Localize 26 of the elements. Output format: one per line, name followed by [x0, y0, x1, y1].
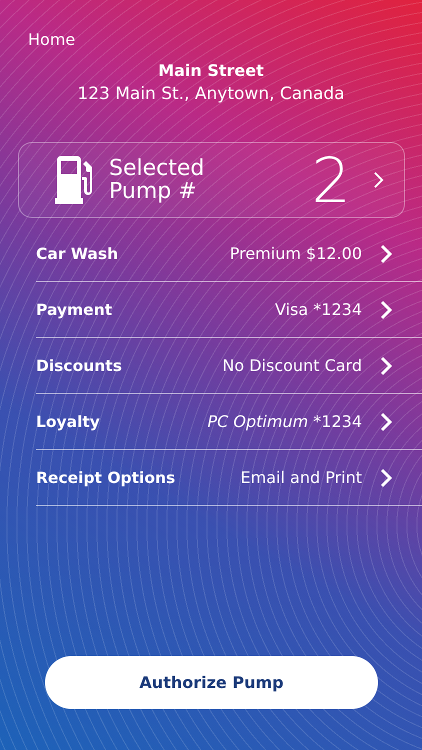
- station-name: Main Street: [157, 61, 265, 80]
- option-label: Discounts: [36, 356, 123, 374]
- option-row[interactable]: Loyalty PC Optimum *1234: [36, 394, 422, 450]
- option-value: No Discount Card: [222, 356, 362, 375]
- option-row[interactable]: Payment Visa *1234: [36, 282, 422, 338]
- chevron-right-icon: [380, 244, 392, 264]
- chevron-right-icon: [373, 171, 384, 189]
- chevron-right-icon: [380, 468, 392, 488]
- option-label: Loyalty: [36, 412, 101, 430]
- option-value: Premium $12.00: [230, 244, 362, 263]
- chevron-right-icon: [380, 356, 392, 376]
- home-link[interactable]: Home: [28, 30, 76, 49]
- option-label: Payment: [36, 300, 114, 318]
- option-value: Email and Print: [240, 468, 362, 487]
- option-row[interactable]: Receipt Options Email and Print: [36, 450, 422, 506]
- option-label: Receipt Options: [36, 468, 176, 486]
- option-label: Car Wash: [36, 244, 120, 262]
- station-address: 123 Main St., Anytown, Canada: [76, 84, 346, 104]
- chevron-right-icon: [380, 300, 392, 320]
- option-value: PC Optimum *1234: [208, 412, 362, 431]
- chevron-right-icon: [380, 412, 392, 432]
- authorize-button[interactable]: Authorize Pump: [45, 656, 378, 709]
- pump-selector[interactable]: Selected Pump # 2: [18, 142, 405, 218]
- option-row[interactable]: Car Wash Premium $12.00: [36, 226, 422, 282]
- option-value: Visa *1234: [275, 300, 362, 319]
- option-row[interactable]: Discounts No Discount Card: [36, 338, 422, 394]
